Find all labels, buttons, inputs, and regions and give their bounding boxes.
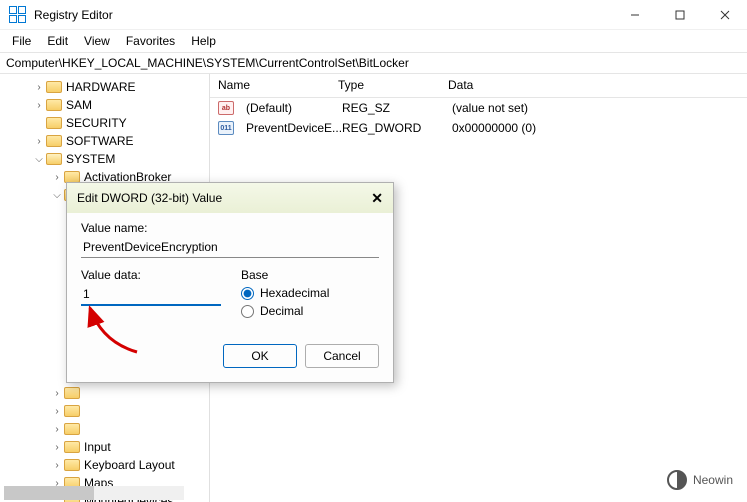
menu-file[interactable]: File <box>4 32 39 50</box>
tree-label: HARDWARE <box>66 80 136 94</box>
dialog-titlebar[interactable]: Edit DWORD (32-bit) Value ✕ <box>67 183 393 213</box>
folder-icon <box>46 81 62 93</box>
tree-label: SECURITY <box>66 116 127 130</box>
twisty-icon[interactable] <box>50 424 64 435</box>
string-value-icon: ab <box>218 101 234 115</box>
tree-item-keyboard-layout[interactable]: Keyboard Layout <box>4 456 209 474</box>
tree-label: SAM <box>66 98 92 112</box>
address-input[interactable] <box>6 56 741 70</box>
menu-view[interactable]: View <box>76 32 118 50</box>
dword-value-icon: 011 <box>218 121 234 135</box>
tree-scrollbar[interactable] <box>4 486 184 500</box>
base-label: Base <box>241 268 329 282</box>
tree-item-hardware[interactable]: HARDWARE <box>4 78 209 96</box>
watermark-text: Neowin <box>693 473 733 487</box>
twisty-icon[interactable] <box>32 82 46 93</box>
twisty-icon[interactable] <box>50 442 64 453</box>
menu-edit[interactable]: Edit <box>39 32 76 50</box>
regedit-icon <box>8 6 26 24</box>
tree-label: SYSTEM <box>66 152 115 166</box>
twisty-icon[interactable] <box>32 154 46 165</box>
tree-item[interactable] <box>4 384 209 402</box>
value-name: (Default) <box>238 101 334 115</box>
value-data: 0x00000000 (0) <box>444 121 747 135</box>
folder-icon <box>64 459 80 471</box>
twisty-icon[interactable] <box>32 136 46 147</box>
folder-icon <box>46 99 62 111</box>
neowin-logo-icon <box>667 470 687 490</box>
twisty-icon[interactable] <box>50 172 64 183</box>
window-title: Registry Editor <box>34 8 612 22</box>
menu-favorites[interactable]: Favorites <box>118 32 183 50</box>
tree-label: Keyboard Layout <box>84 458 175 472</box>
edit-dword-dialog: Edit DWORD (32-bit) Value ✕ Value name: … <box>66 182 394 383</box>
value-data: (value not set) <box>444 101 747 115</box>
tree-label: SOFTWARE <box>66 134 134 148</box>
radio-dec-input[interactable] <box>241 305 254 318</box>
menu-bar: File Edit View Favorites Help <box>0 30 747 52</box>
title-bar: Registry Editor <box>0 0 747 30</box>
col-name[interactable]: Name <box>210 74 330 97</box>
close-button[interactable] <box>702 0 747 30</box>
folder-icon <box>46 153 62 165</box>
tree-item-system[interactable]: SYSTEM <box>4 150 209 168</box>
ok-button[interactable]: OK <box>223 344 297 368</box>
value-name-label: Value name: <box>81 221 379 235</box>
address-bar <box>0 52 747 74</box>
radio-decimal[interactable]: Decimal <box>241 304 329 318</box>
base-group: Base Hexadecimal Decimal <box>241 268 329 322</box>
watermark: Neowin <box>667 470 733 490</box>
maximize-button[interactable] <box>657 0 702 30</box>
tree-label: Input <box>84 440 111 454</box>
folder-icon <box>64 405 80 417</box>
twisty-icon[interactable] <box>50 388 64 399</box>
dialog-close-icon[interactable]: ✕ <box>371 190 383 207</box>
tree-item-input[interactable]: Input <box>4 438 209 456</box>
minimize-button[interactable] <box>612 0 657 30</box>
value-name: PreventDeviceE... <box>238 121 334 135</box>
radio-hexadecimal[interactable]: Hexadecimal <box>241 286 329 300</box>
col-data[interactable]: Data <box>440 74 747 97</box>
tree-item-sam[interactable]: SAM <box>4 96 209 114</box>
dialog-title: Edit DWORD (32-bit) Value <box>77 191 371 205</box>
value-type: REG_SZ <box>334 101 444 115</box>
value-type: REG_DWORD <box>334 121 444 135</box>
col-type[interactable]: Type <box>330 74 440 97</box>
folder-icon <box>64 441 80 453</box>
radio-hex-input[interactable] <box>241 287 254 300</box>
value-row[interactable]: 011 PreventDeviceE...REG_DWORD0x00000000 … <box>210 118 747 138</box>
tree-item-software[interactable]: SOFTWARE <box>4 132 209 150</box>
menu-help[interactable]: Help <box>183 32 224 50</box>
radio-dec-label: Decimal <box>260 304 303 318</box>
twisty-icon[interactable] <box>50 406 64 417</box>
folder-icon <box>64 387 80 399</box>
list-header: Name Type Data <box>210 74 747 98</box>
folder-icon <box>64 423 80 435</box>
value-data-label: Value data: <box>81 268 221 282</box>
tree-item-security[interactable]: SECURITY <box>4 114 209 132</box>
twisty-icon[interactable] <box>50 190 64 201</box>
twisty-icon[interactable] <box>50 460 64 471</box>
twisty-icon[interactable] <box>32 100 46 111</box>
folder-icon <box>46 117 62 129</box>
tree-item[interactable] <box>4 402 209 420</box>
folder-icon <box>46 135 62 147</box>
value-row[interactable]: ab (Default)REG_SZ(value not set) <box>210 98 747 118</box>
tree-item[interactable] <box>4 420 209 438</box>
radio-hex-label: Hexadecimal <box>260 286 329 300</box>
value-data-field[interactable] <box>81 284 221 306</box>
value-name-field[interactable] <box>81 237 379 258</box>
cancel-button[interactable]: Cancel <box>305 344 379 368</box>
